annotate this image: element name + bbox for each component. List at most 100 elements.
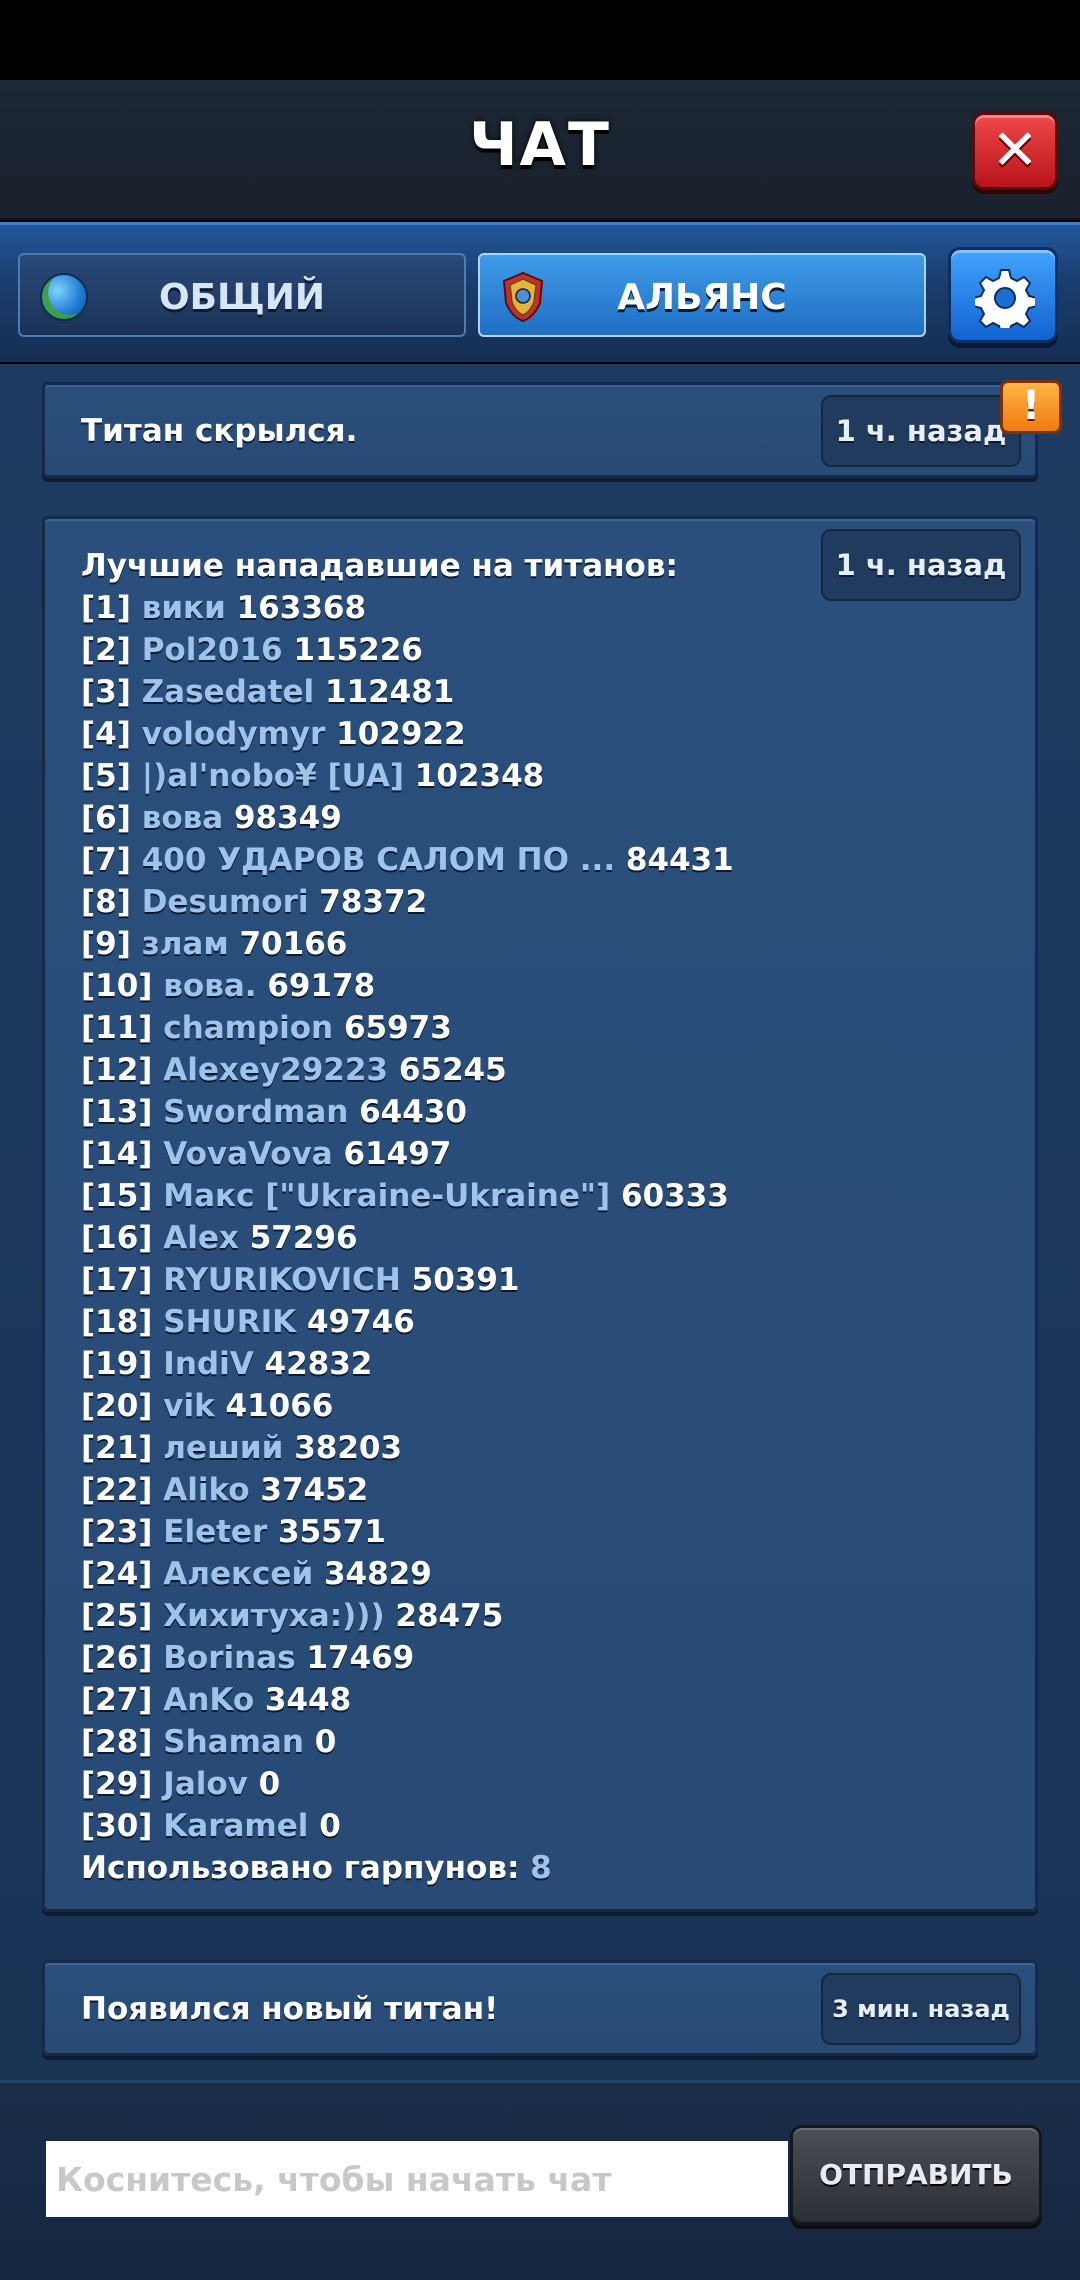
chat-input-bar: ОТПРАВИТЬ [0, 2080, 1080, 2280]
player-score: 28475 [395, 1598, 504, 1634]
leaderboard-rank: [29] [81, 1766, 153, 1802]
player-score: 64430 [359, 1094, 467, 1130]
player-name-link[interactable]: Макс ["Ukraine-Ukraine"] [163, 1178, 610, 1214]
player-score: 0 [258, 1766, 281, 1802]
player-score: 37452 [260, 1472, 369, 1508]
player-name-link[interactable]: IndiV [163, 1346, 253, 1382]
player-name-link[interactable]: volodymyr [142, 716, 326, 752]
message-timestamp: 1 ч. назад [821, 395, 1021, 467]
player-name-link[interactable]: злам [142, 926, 229, 962]
leaderboard-rank: [26] [81, 1640, 153, 1676]
leaderboard-rank: [18] [81, 1304, 153, 1340]
leaderboard-row: [7] 400 УДАРОВ САЛОМ ПО ... 84431 [81, 839, 734, 881]
player-score: 65245 [398, 1052, 507, 1088]
player-name-link[interactable]: vik [163, 1388, 214, 1424]
player-score: 0 [319, 1808, 341, 1844]
leaderboard-rank: [27] [81, 1682, 153, 1718]
player-name-link[interactable]: Алексей [163, 1556, 313, 1592]
leaderboard-rank: [5] [81, 758, 131, 794]
leaderboard-row: [20] vik 41066 [81, 1385, 734, 1427]
leaderboard-row: [8] Desumori 78372 [81, 881, 734, 923]
leaderboard-row: [4] volodymyr 102922 [81, 713, 734, 755]
leaderboard-list: Лучшие нападавшие на титанов: [1] вики 1… [81, 545, 734, 1889]
player-score: 69178 [267, 968, 376, 1004]
player-name-link[interactable]: SHURIK [163, 1304, 296, 1340]
player-name-link[interactable]: вова. [163, 968, 256, 1004]
leaderboard-rank: [16] [81, 1220, 153, 1256]
gear-icon [975, 269, 1035, 328]
player-name-link[interactable]: Aliko [163, 1472, 249, 1508]
message-text: Появился новый титан! [81, 1991, 499, 2027]
player-name-link[interactable]: Jalov [163, 1766, 248, 1802]
player-score: 0 [314, 1724, 337, 1760]
leaderboard-row: [30] Karamel 0 [81, 1805, 734, 1847]
chat-message-list[interactable]: Титан скрылся. 1 ч. назад 1 ч. назад Луч… [0, 364, 1080, 2080]
player-name-link[interactable]: вова [142, 800, 223, 836]
leaderboard-title: Лучшие нападавшие на титанов: [81, 548, 678, 584]
leaderboard-rank: [6] [81, 800, 131, 836]
player-score: 3448 [264, 1682, 352, 1718]
chat-message-leaderboard: 1 ч. назад Лучшие нападавшие на титанов:… [42, 516, 1038, 1912]
leaderboard-row: [21] леший 38203 [81, 1427, 734, 1469]
leaderboard-rank: [1] [81, 590, 131, 626]
leaderboard-row: [27] AnKo 3448 [81, 1679, 734, 1721]
close-button[interactable]: ✕ [972, 112, 1058, 190]
player-score: 78372 [319, 884, 428, 920]
tab-general-label: ОБЩИЙ [158, 277, 326, 318]
leaderboard-row: [29] Jalov 0 [81, 1763, 734, 1805]
player-score: 98349 [233, 800, 342, 836]
player-name-link[interactable]: |)al'nobo¥ [UA] [142, 758, 404, 794]
leaderboard-rank: [15] [81, 1178, 153, 1214]
leaderboard-rank: [9] [81, 926, 131, 962]
settings-button[interactable] [948, 247, 1058, 343]
send-button[interactable]: ОТПРАВИТЬ [790, 2125, 1042, 2225]
player-name-link[interactable]: Swordman [163, 1094, 348, 1130]
player-score: 38203 [294, 1430, 403, 1466]
player-score: 115226 [293, 632, 423, 668]
leaderboard-row: [6] вова 98349 [81, 797, 734, 839]
tab-general[interactable]: ОБЩИЙ [18, 253, 466, 337]
leaderboard-row: [12] Alexey29223 65245 [81, 1049, 734, 1091]
chat-input[interactable] [46, 2141, 788, 2217]
leaderboard-rank: [11] [81, 1010, 153, 1046]
leaderboard-row: [3] Zasedatel 112481 [81, 671, 734, 713]
player-score: 102348 [414, 758, 545, 794]
player-score: 70166 [239, 926, 348, 962]
message-timestamp: 1 ч. назад [821, 529, 1021, 601]
leaderboard-rank: [13] [81, 1094, 153, 1130]
player-name-link[interactable]: VovaVova [163, 1136, 332, 1172]
player-score: 65973 [343, 1010, 452, 1046]
player-name-link[interactable]: Shaman [163, 1724, 304, 1760]
leaderboard-rank: [22] [81, 1472, 153, 1508]
player-name-link[interactable]: Borinas [163, 1640, 295, 1676]
leaderboard-rank: [14] [81, 1136, 153, 1172]
player-name-link[interactable]: champion [163, 1010, 333, 1046]
chat-header: ЧАТ ✕ [0, 80, 1080, 220]
player-score: 84431 [625, 842, 734, 878]
player-name-link[interactable]: вики [142, 590, 226, 626]
player-name-link[interactable]: RYURIKOVICH [163, 1262, 401, 1298]
page-title: ЧАТ [469, 110, 611, 180]
player-name-link[interactable]: Pol2016 [142, 632, 283, 668]
player-name-link[interactable]: Desumori [142, 884, 309, 920]
player-score: 49746 [306, 1304, 415, 1340]
player-name-link[interactable]: леший [163, 1430, 283, 1466]
leaderboard-rank: [7] [81, 842, 131, 878]
leaderboard-row: [18] SHURIK 49746 [81, 1301, 734, 1343]
player-name-link[interactable]: Alex [163, 1220, 239, 1256]
leaderboard-row: [23] Eleter 35571 [81, 1511, 734, 1553]
warning-icon[interactable]: ! [1000, 380, 1062, 434]
leaderboard-row: [1] вики 163368 [81, 587, 734, 629]
player-name-link[interactable]: Karamel [163, 1808, 308, 1844]
player-name-link[interactable]: AnKo [163, 1682, 254, 1718]
leaderboard-rank: [10] [81, 968, 153, 1004]
player-name-link[interactable]: Eleter [163, 1514, 267, 1550]
player-name-link[interactable]: Alexey29223 [163, 1052, 388, 1088]
player-name-link[interactable]: 400 УДАРОВ САЛОМ ПО ... [142, 842, 615, 878]
leaderboard-row: [5] |)al'nobo¥ [UA] 102348 [81, 755, 734, 797]
chat-message: Появился новый титан! 3 мин. назад [42, 1960, 1038, 2056]
player-name-link[interactable]: Хихитуха:))) [163, 1598, 384, 1634]
player-name-link[interactable]: Zasedatel [142, 674, 314, 710]
tab-alliance[interactable]: АЛЬЯНС [478, 253, 926, 337]
tab-alliance-label: АЛЬЯНС [617, 277, 787, 318]
